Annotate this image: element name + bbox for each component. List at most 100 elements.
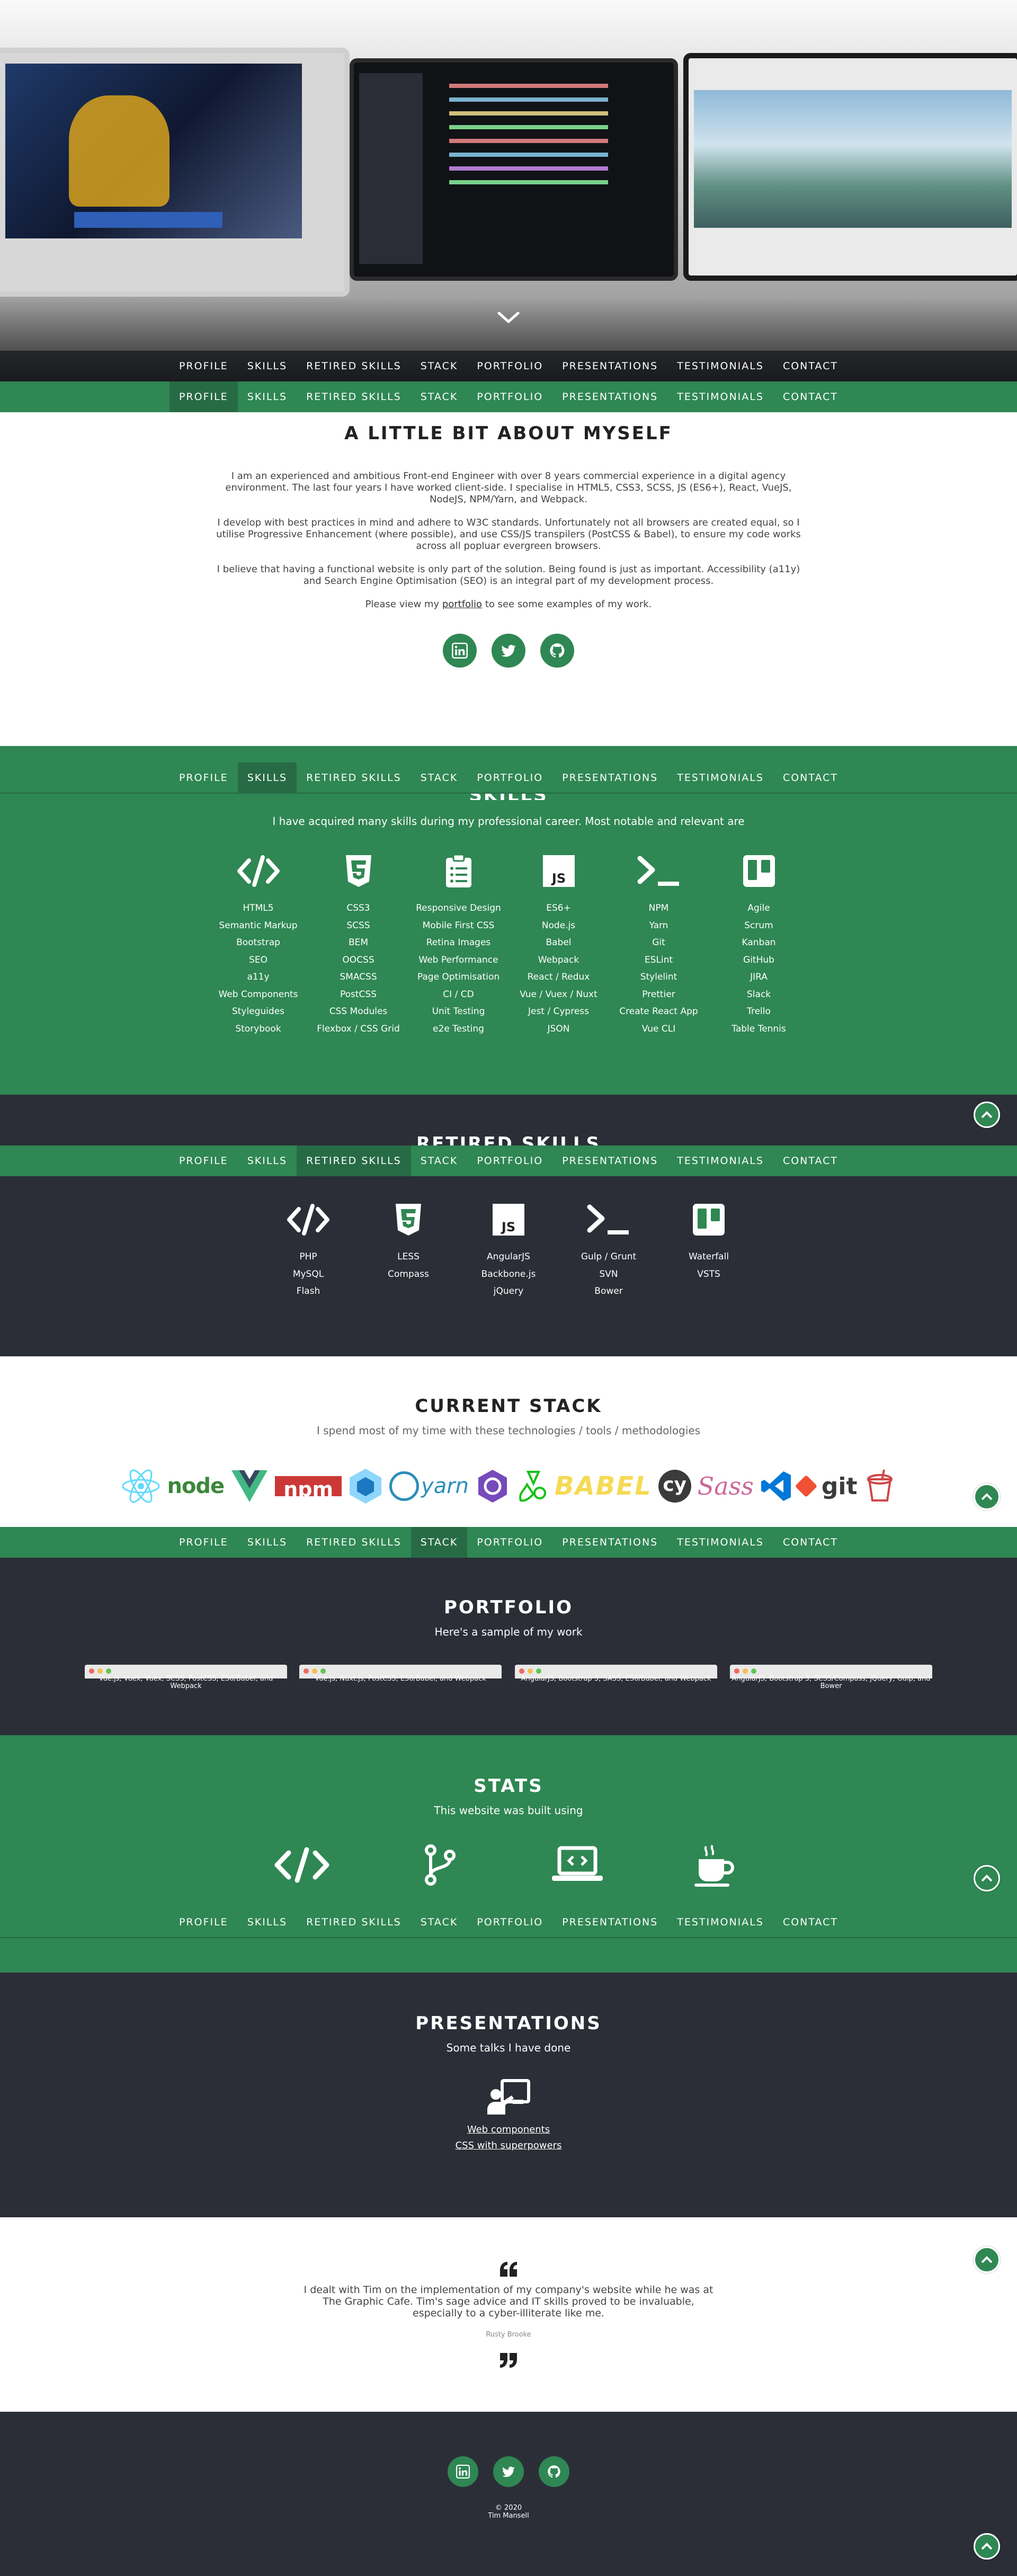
twitter-icon	[501, 645, 516, 657]
nav-testimonials[interactable]: TESTIMONIALS	[667, 351, 773, 381]
babel-logo-text: BABEL	[555, 1471, 652, 1501]
nav-skills[interactable]: SKILLS	[238, 1145, 297, 1176]
presentation-link-css-superpowers[interactable]: CSS with superpowers	[0, 2138, 1017, 2154]
stats-title: STATS	[474, 1775, 543, 1797]
nav-presentations[interactable]: PRESENTATIONS	[552, 1527, 667, 1558]
nav-profile[interactable]: PROFILE	[170, 1527, 238, 1558]
skill-item: SCSS	[346, 920, 370, 931]
trello-icon	[659, 1201, 759, 1239]
cypress-icon: cy	[658, 1468, 691, 1505]
portfolio-card[interactable]: AngularJS, Bootstrap 3, SASS, ES6/Babel,…	[515, 1665, 717, 1683]
nav-skills[interactable]: SKILLS	[238, 351, 297, 381]
git-logo-text: git	[821, 1472, 858, 1500]
back-to-top-button[interactable]	[974, 1865, 1000, 1891]
portfolio-card[interactable]: Vue.js, Vuex, Vuex, SCSS, PostCSS, ES6/B…	[85, 1665, 287, 1690]
nav-contact[interactable]: CONTACT	[773, 1907, 848, 1938]
about-section: A LITTLE BIT ABOUT MYSELF I am an experi…	[0, 412, 1017, 746]
skill-item: Page Optimisation	[417, 972, 500, 982]
nav-testimonials[interactable]: TESTIMONIALS	[667, 381, 773, 412]
nav-portfolio[interactable]: PORTFOLIO	[467, 762, 552, 793]
linkedin-icon	[452, 643, 468, 659]
back-to-top-button[interactable]	[974, 2246, 1000, 2273]
portfolio-card[interactable]: AngularJS, Bootstrap 3, SCSS/Compass, jQ…	[730, 1665, 932, 1690]
nav-stack[interactable]: STACK	[411, 1527, 468, 1558]
back-to-top-button[interactable]	[974, 2533, 1000, 2560]
nav-profile[interactable]: PROFILE	[170, 1145, 238, 1176]
nav-stack[interactable]: STACK	[411, 381, 468, 412]
about-social-links	[0, 634, 1017, 668]
chevron-up-icon	[981, 2256, 993, 2263]
skill-item: Retina Images	[426, 937, 491, 948]
nav-retired-skills[interactable]: RETIRED SKILLS	[297, 762, 411, 793]
linkedin-button[interactable]	[443, 634, 477, 668]
nav-testimonials[interactable]: TESTIMONIALS	[667, 1145, 773, 1176]
portfolio-link[interactable]: portfolio	[442, 599, 482, 610]
nav-retired-skills[interactable]: RETIRED SKILLS	[297, 1527, 411, 1558]
nav-retired-skills[interactable]: RETIRED SKILLS	[297, 1145, 411, 1176]
nav-skills[interactable]: SKILLS	[238, 1907, 297, 1938]
nav-skills[interactable]: SKILLS	[238, 1527, 297, 1558]
nav-presentations[interactable]: PRESENTATIONS	[552, 1907, 667, 1938]
nav-profile[interactable]: PROFILE	[170, 1907, 238, 1938]
nav-retired-skills[interactable]: RETIRED SKILLS	[297, 381, 411, 412]
sticky-nav-profile: PROFILE SKILLS RETIRED SKILLS STACK PORT…	[0, 381, 1017, 412]
about-title: A LITTLE BIT ABOUT MYSELF	[344, 423, 673, 444]
back-to-top-button[interactable]	[974, 1484, 1000, 1510]
retired-skill-item: jQuery	[493, 1286, 524, 1296]
skill-column: Responsive Design Mobile First CSS Retina …	[408, 852, 508, 1037]
node-icon: node	[167, 1468, 225, 1505]
npm-logo-text: npm	[275, 1476, 342, 1499]
twitter-button[interactable]	[492, 634, 525, 668]
nav-skills[interactable]: SKILLS	[238, 381, 297, 412]
nav-stack[interactable]: STACK	[411, 351, 468, 381]
nav-contact[interactable]: CONTACT	[773, 1145, 848, 1176]
back-to-top-button[interactable]	[974, 1102, 1000, 1128]
github-button[interactable]	[539, 2456, 569, 2487]
coffee-icon	[683, 1841, 747, 1889]
nav-retired-skills[interactable]: RETIRED SKILLS	[297, 1907, 411, 1938]
retired-skill-item: SVN	[599, 1268, 618, 1280]
chevron-up-icon	[981, 1875, 993, 1882]
skill-item: Yarn	[649, 920, 668, 931]
svg-text:JS: JS	[550, 871, 565, 886]
nav-contact[interactable]: CONTACT	[773, 381, 848, 412]
nav-skills[interactable]: SKILLS	[237, 762, 297, 793]
nav-portfolio[interactable]: PORTFOLIO	[467, 1527, 552, 1558]
stack-title: CURRENT STACK	[415, 1396, 602, 1417]
skill-item: Prettier	[642, 989, 675, 1000]
skill-item: Scrum	[744, 920, 773, 931]
nav-portfolio[interactable]: PORTFOLIO	[467, 1907, 552, 1938]
portfolio-card[interactable]: Vue.js, Nuxt.js, PostCSS, ES6/Babel, and…	[299, 1665, 502, 1683]
nav-stack[interactable]: STACK	[411, 1145, 468, 1176]
nav-presentations[interactable]: PRESENTATIONS	[552, 381, 667, 412]
nav-testimonials[interactable]: TESTIMONIALS	[667, 1907, 773, 1938]
nav-portfolio[interactable]: PORTFOLIO	[467, 381, 552, 412]
presentation-link-web-components[interactable]: Web components	[0, 2122, 1017, 2138]
nav-portfolio[interactable]: PORTFOLIO	[467, 1145, 552, 1176]
skill-item: CI / CD	[443, 989, 474, 1000]
nav-stack[interactable]: STACK	[411, 762, 468, 793]
github-button[interactable]	[540, 634, 574, 668]
portfolio-card-caption: Vue.js, Nuxt.js, PostCSS, ES6/Babel, and…	[315, 1675, 486, 1683]
chevron-down-icon[interactable]	[497, 310, 520, 325]
nav-portfolio[interactable]: PORTFOLIO	[467, 351, 552, 381]
stack-subtitle: I spend most of my time with these techn…	[316, 1424, 701, 1437]
twitter-button[interactable]	[493, 2456, 524, 2487]
linkedin-button[interactable]	[448, 2456, 478, 2487]
nav-contact[interactable]: CONTACT	[773, 762, 848, 793]
nav-contact[interactable]: CONTACT	[773, 351, 848, 381]
code-icon	[208, 852, 308, 890]
nav-profile[interactable]: PROFILE	[170, 762, 238, 793]
nav-stack[interactable]: STACK	[411, 1907, 468, 1938]
nav-presentations[interactable]: PRESENTATIONS	[552, 1145, 667, 1176]
nav-testimonials[interactable]: TESTIMONIALS	[667, 1527, 773, 1558]
nav-presentations[interactable]: PRESENTATIONS	[552, 351, 667, 381]
nav-retired-skills[interactable]: RETIRED SKILLS	[297, 351, 411, 381]
retired-skill-column: PHP MySQL Flash	[258, 1201, 359, 1300]
nav-profile[interactable]: PROFILE	[169, 381, 238, 412]
nav-presentations[interactable]: PRESENTATIONS	[552, 762, 667, 793]
portfolio-title: PORTFOLIO	[443, 1597, 573, 1618]
nav-contact[interactable]: CONTACT	[773, 1527, 848, 1558]
nav-testimonials[interactable]: TESTIMONIALS	[667, 762, 773, 793]
nav-profile[interactable]: PROFILE	[170, 351, 238, 381]
